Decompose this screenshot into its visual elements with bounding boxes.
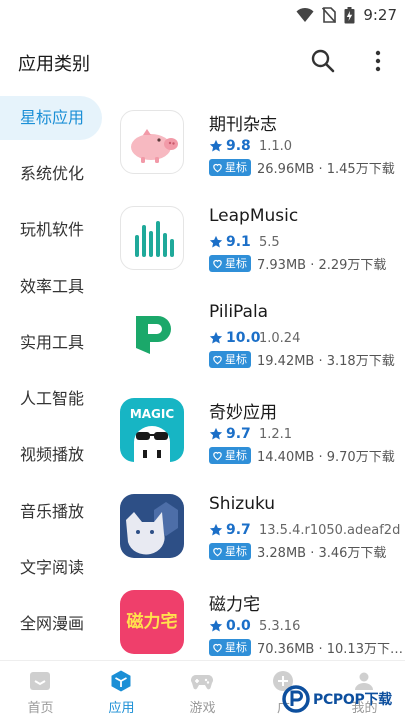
app-name: PiliPala: [209, 302, 269, 322]
app-version: 1.2.1: [259, 426, 293, 442]
list-item[interactable]: MAGIC 奇妙应用 9.7 1.2.1 星标 14.40MB · 9.70万下…: [110, 380, 405, 476]
app-name: 奇妙应用: [209, 403, 277, 423]
cube-icon: [111, 670, 131, 692]
app-score: 10.0: [226, 330, 261, 346]
status-time: 9:27: [363, 6, 397, 24]
svg-text:磁力宅: 磁力宅: [127, 611, 178, 632]
battery-charging-icon: [344, 6, 355, 23]
tab-apps[interactable]: 应用: [81, 661, 162, 720]
starred-badge: 星标: [209, 446, 251, 464]
heart-icon: [213, 643, 222, 652]
watermark-logo: PCPOP下载: [282, 683, 404, 715]
star-icon: [209, 139, 223, 152]
svg-text:MAGIC: MAGIC: [130, 407, 175, 421]
app-size-downloads: 7.93MB · 2.29万下载: [257, 257, 387, 273]
sidebar-item-video[interactable]: 视频播放: [0, 433, 102, 477]
wifi-icon: [296, 7, 314, 22]
star-icon: [209, 619, 223, 632]
sidebar-item-productivity[interactable]: 效率工具: [0, 265, 102, 309]
app-size-downloads: 26.96MB · 1.45万下载: [257, 161, 395, 177]
app-size-downloads: 14.40MB · 9.70万下载: [257, 449, 395, 465]
app-size-downloads: 19.42MB · 3.18万下载: [257, 353, 395, 369]
starred-badge: 星标: [209, 542, 251, 560]
heart-icon: [213, 259, 222, 268]
app-name: Shizuku: [209, 494, 276, 514]
app-score: 9.7: [226, 522, 251, 538]
status-bar: 9:27: [0, 0, 405, 30]
gamepad-icon: [191, 675, 213, 690]
more-options-icon[interactable]: [366, 48, 390, 74]
app-version: 1.1.0: [259, 138, 293, 154]
list-item[interactable]: PiliPala 10.0 1.0.24 星标 19.42MB · 3.18万下…: [110, 284, 405, 380]
app-version: 5.5: [259, 234, 280, 250]
app-score: 9.1: [226, 234, 251, 250]
starred-badge: 星标: [209, 158, 251, 176]
list-item[interactable]: Shizuku 9.7 13.5.4.r1050.adeaf2d 星标 3.28…: [110, 476, 405, 572]
app-score: 9.7: [226, 426, 251, 442]
app-icon-leapmusic: [120, 206, 184, 270]
sidebar-item-ai[interactable]: 人工智能: [0, 377, 102, 421]
starred-badge: 星标: [209, 350, 251, 368]
tab-games[interactable]: 游戏: [162, 661, 243, 720]
no-sim-icon: [322, 7, 337, 23]
sidebar-item-reading[interactable]: 文字阅读: [0, 546, 102, 590]
app-score: 0.0: [226, 618, 251, 634]
sidebar-item-tinker-tools[interactable]: 玩机软件: [0, 208, 102, 252]
app-bar: 应用类别: [0, 30, 405, 92]
category-sidebar: 星标应用 系统优化 玩机软件 效率工具 实用工具 人工智能 视频播放 音乐播放 …: [0, 92, 110, 660]
pcpop-logo-icon: [282, 685, 310, 713]
app-icon-cililizhai: 磁力宅: [120, 590, 184, 654]
sidebar-item-starred[interactable]: 星标应用: [0, 96, 102, 140]
app-name: LeapMusic: [209, 206, 299, 226]
app-icon-shizuku: [120, 494, 184, 558]
star-icon: [209, 427, 223, 440]
app-version: 1.0.24: [259, 330, 301, 346]
list-item[interactable]: LeapMusic 9.1 5.5 星标 7.93MB · 2.29万下载: [110, 188, 405, 284]
page-title: 应用类别: [18, 54, 90, 75]
app-score: 9.8: [226, 138, 251, 154]
sidebar-item-music[interactable]: 音乐播放: [0, 490, 102, 534]
starred-badge: 星标: [209, 638, 251, 656]
app-list: 期刊杂志 9.8 1.1.0 星标 26.96MB · 1.45万下载 Leap…: [110, 92, 405, 660]
app-icon-magic: MAGIC: [120, 398, 184, 462]
star-icon: [209, 523, 223, 536]
app-size-downloads: 3.28MB · 3.46万下载: [257, 545, 387, 561]
heart-icon: [213, 547, 222, 556]
heart-icon: [213, 451, 222, 460]
app-size-downloads: 70.36MB · 10.13万下…: [257, 641, 403, 657]
tab-home[interactable]: 首页: [0, 661, 81, 720]
watermark-text: PCPOP下载: [313, 692, 392, 708]
search-icon[interactable]: [310, 48, 336, 74]
app-name: 期刊杂志: [209, 115, 277, 135]
sidebar-item-utilities[interactable]: 实用工具: [0, 321, 102, 365]
app-icon-pig: [120, 110, 184, 174]
app-name: 磁力宅: [209, 595, 260, 615]
heart-icon: [213, 163, 222, 172]
app-icon-pilipala: [120, 302, 184, 366]
list-item[interactable]: 期刊杂志 9.8 1.1.0 星标 26.96MB · 1.45万下载: [110, 92, 405, 188]
star-icon: [209, 235, 223, 248]
starred-badge: 星标: [209, 254, 251, 272]
sidebar-item-comics[interactable]: 全网漫画: [0, 602, 102, 646]
home-icon: [30, 672, 50, 690]
star-icon: [209, 331, 223, 344]
heart-icon: [213, 355, 222, 364]
sidebar-item-system-optimize[interactable]: 系统优化: [0, 152, 102, 196]
app-version: 13.5.4.r1050.adeaf2d: [259, 522, 401, 538]
app-version: 5.3.16: [259, 618, 301, 634]
list-item[interactable]: 磁力宅 磁力宅 0.0 5.3.16 星标 70.36MB · 10.13万下…: [110, 572, 405, 660]
